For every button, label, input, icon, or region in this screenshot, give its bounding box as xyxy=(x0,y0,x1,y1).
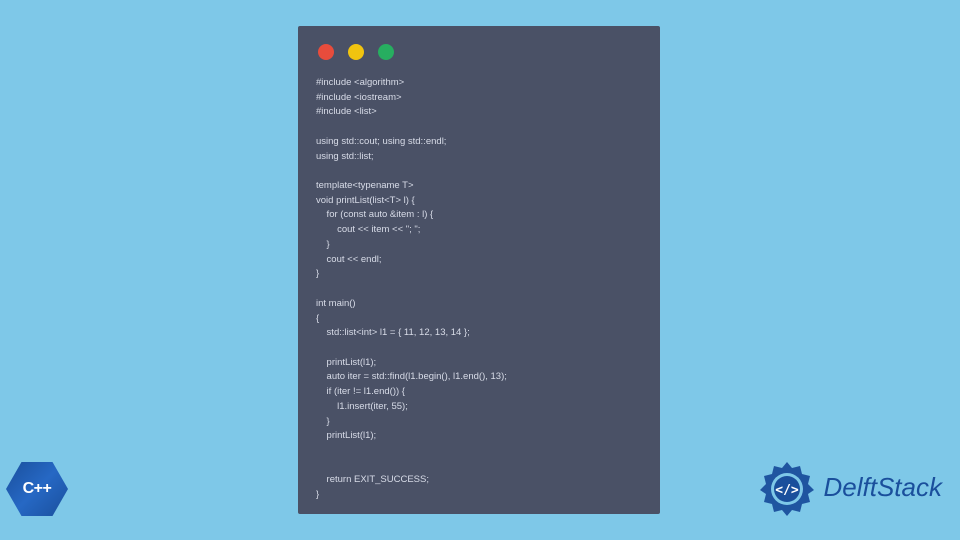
code-window: #include <algorithm> #include <iostream>… xyxy=(298,26,660,514)
gear-icon: </> xyxy=(758,458,816,516)
svg-text:</>: </> xyxy=(775,483,799,498)
cpp-language-badge: C++ xyxy=(0,454,74,524)
traffic-lights xyxy=(316,44,642,60)
maximize-icon xyxy=(378,44,394,60)
close-icon xyxy=(318,44,334,60)
code-content: #include <algorithm> #include <iostream>… xyxy=(316,76,642,503)
cpp-label: C++ xyxy=(23,480,52,498)
delftstack-text: DelftStack xyxy=(824,472,943,503)
minimize-icon xyxy=(348,44,364,60)
delftstack-logo: </> DelftStack xyxy=(758,458,943,516)
